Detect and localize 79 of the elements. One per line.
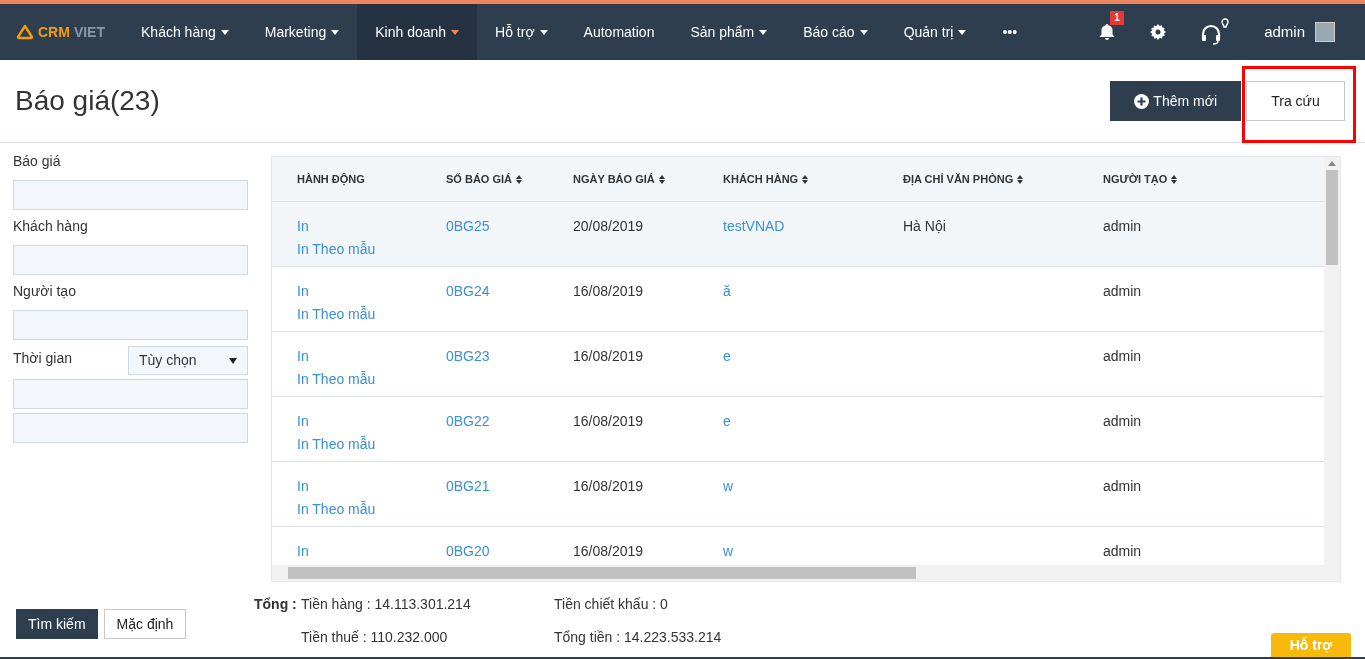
- field-label: Báo giá: [13, 152, 62, 171]
- nav-menu-item[interactable]: Hỗ trợ: [477, 4, 566, 60]
- column-header[interactable]: ĐỊA CHỈ VĂN PHÒNG: [903, 170, 1014, 188]
- nav-menu-item[interactable]: Báo cáo: [785, 4, 886, 60]
- table-link[interactable]: 0BG20: [446, 543, 490, 559]
- notification-badge: 1: [1110, 11, 1124, 25]
- horizontal-scrollbar[interactable]: [272, 565, 1340, 581]
- field-label: Khách hàng: [13, 217, 89, 236]
- action-link[interactable]: In Theo mẫu: [297, 369, 376, 390]
- time-select[interactable]: Tùy chọn: [128, 346, 248, 375]
- table-cell: Hà Nội: [903, 218, 946, 234]
- scrollbar-thumb[interactable]: [288, 567, 916, 579]
- column-header[interactable]: NGÀY BÁO GIÁ: [573, 170, 655, 188]
- table-link[interactable]: w: [723, 478, 734, 494]
- date-to-field[interactable]: [13, 413, 248, 443]
- field-label: Người tạo: [13, 282, 77, 301]
- headset-icon[interactable]: [1200, 18, 1231, 46]
- sort-icon[interactable]: [1017, 174, 1024, 184]
- page-title: Báo giá(23): [15, 84, 160, 118]
- table-cell: admin: [1103, 478, 1142, 494]
- logo[interactable]: CRM VIET: [0, 4, 123, 60]
- avatar-placeholder[interactable]: [1315, 22, 1335, 42]
- totals-label: Tổng :: [254, 595, 298, 614]
- total-value: Tổng tiền : 14.223.533.214: [554, 628, 723, 647]
- table-cell: 16/08/2019: [573, 543, 644, 559]
- table-link[interactable]: ă: [723, 283, 731, 299]
- caret-icon: [229, 357, 237, 364]
- table-cell: admin: [1103, 218, 1142, 234]
- sort-icon[interactable]: [1171, 174, 1178, 184]
- input-field[interactable]: [13, 180, 248, 210]
- nav-menu-item[interactable]: Quản trị: [885, 4, 985, 60]
- table-cell: 16/08/2019: [573, 478, 644, 494]
- nav-menu-item[interactable]: Kinh doanh: [357, 4, 478, 60]
- nav-menu-item[interactable]: Khách hàng: [123, 4, 247, 60]
- table-cell: 16/08/2019: [573, 283, 644, 299]
- column-header[interactable]: NGƯỜI TẠO: [1103, 170, 1168, 188]
- input-field[interactable]: [13, 245, 248, 275]
- sort-icon[interactable]: [802, 174, 809, 184]
- search-button[interactable]: Tìm kiếm: [16, 609, 98, 639]
- column-header[interactable]: HÀNH ĐỘNG: [297, 170, 365, 188]
- scroll-up-arrow-icon[interactable]: [1328, 161, 1336, 166]
- reset-button[interactable]: Mặc định: [103, 609, 187, 639]
- user-name[interactable]: admin: [1264, 20, 1305, 44]
- action-link[interactable]: In Theo mẫu: [297, 499, 376, 520]
- sort-icon[interactable]: [658, 174, 665, 184]
- table-link[interactable]: w: [723, 543, 734, 559]
- table-link[interactable]: 0BG23: [446, 348, 490, 364]
- add-new-button[interactable]: Thêm mới: [1110, 81, 1241, 121]
- column-header[interactable]: SỐ BÁO GIÁ: [446, 170, 512, 188]
- scrollbar-thumb[interactable]: [1326, 170, 1338, 265]
- logo-icon: [16, 24, 34, 40]
- input-field[interactable]: [13, 310, 248, 340]
- vertical-scrollbar[interactable]: [1324, 157, 1340, 566]
- total-value: Tiền hàng : 14.113.301.214: [301, 595, 472, 614]
- action-link[interactable]: In Theo mẫu: [297, 434, 376, 455]
- table-cell: admin: [1103, 543, 1142, 559]
- date-from-field[interactable]: [13, 379, 248, 409]
- sort-icon[interactable]: [516, 174, 522, 184]
- lookup-button[interactable]: Tra cứu: [1246, 81, 1345, 121]
- logo-text: CRM: [38, 22, 70, 42]
- nav-menu-item[interactable]: Automation: [565, 4, 673, 60]
- table-cell: admin: [1103, 283, 1142, 299]
- table-cell: 16/08/2019: [573, 413, 644, 429]
- nav-menu-item[interactable]: Sản phẩm: [672, 4, 786, 60]
- logo-text: VIET: [73, 22, 105, 42]
- column-header[interactable]: KHÁCH HÀNG: [723, 170, 799, 188]
- table-cell: 20/08/2019: [573, 218, 644, 234]
- field-label: Thời gian: [13, 349, 72, 368]
- action-link[interactable]: In Theo mẫu: [297, 304, 376, 325]
- total-value: Tiền thuế : 110.232.000: [301, 628, 449, 647]
- plus-circle-icon: [1134, 93, 1150, 109]
- nav-menu-item[interactable]: •••: [984, 4, 1036, 60]
- table-cell: 16/08/2019: [573, 348, 644, 364]
- nav-menu-item[interactable]: Marketing: [246, 4, 358, 60]
- table-cell: admin: [1103, 348, 1142, 364]
- settings-icon[interactable]: [1150, 24, 1167, 40]
- table-cell: admin: [1103, 413, 1142, 429]
- bell-icon[interactable]: [1098, 23, 1117, 41]
- total-value: Tiền chiết khấu : 0: [554, 595, 669, 614]
